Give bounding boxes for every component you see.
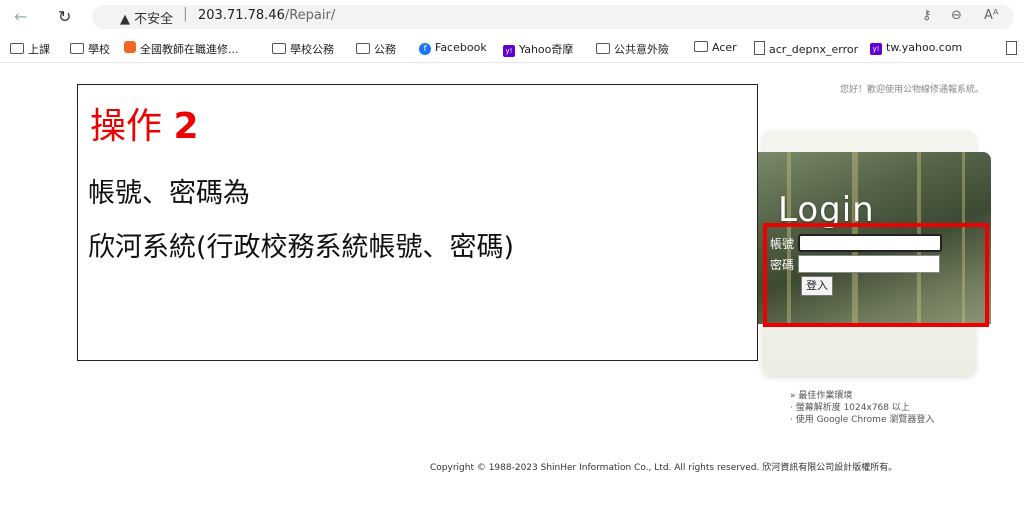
callout-line-2: 欣河系統(行政校務系統帳號、密碼) (88, 232, 515, 263)
bookmark-item[interactable]: y! Yahoo奇摩 (503, 41, 573, 57)
page-icon (754, 41, 765, 55)
address-bar: ← ↻ ▲ 不安全 | 203.71.78.46/Repair/ ⚷ ⊖ Aᴬ (0, 0, 1024, 34)
instruction-callout: 操作 2 帳號、密碼為 欣河系統(行政校務系統帳號、密碼) (77, 84, 758, 361)
zoom-icon[interactable]: ⊖ (951, 8, 962, 23)
back-icon[interactable]: ← (14, 7, 27, 26)
copyright-footer: Copyright © 1988-2023 ShinHer Informatio… (430, 463, 898, 473)
folder-icon (272, 43, 286, 54)
bookmark-item[interactable]: 學校 (70, 41, 110, 57)
folder-icon (356, 43, 370, 54)
callout-line-1: 帳號、密碼為 (88, 178, 250, 209)
url-separator: | (183, 6, 188, 22)
bookmark-item[interactable]: Acer (694, 41, 737, 54)
folder-icon (70, 43, 84, 54)
bookmark-item[interactable]: 上課 (10, 41, 50, 57)
bookmark-item[interactable]: 學校公務 (272, 41, 334, 57)
folder-icon (596, 43, 610, 54)
reload-icon[interactable]: ↻ (58, 7, 71, 26)
environment-tips: » 最佳作業環境 · 螢幕解析度 1024x768 以上 · 使用 Google… (790, 390, 934, 426)
bookmark-item[interactable]: 公共意外險 (596, 41, 669, 57)
tips-title: » 最佳作業環境 (790, 391, 853, 401)
yahoo-icon: y! (503, 45, 515, 57)
tips-line-1: · 螢幕解析度 1024x768 以上 (790, 403, 910, 413)
bookmarks-bar: 上課 學校 全國教師在職進修... 學校公務 公務 f Facebook y! Ya… (0, 36, 1024, 63)
tips-line-2: · 使用 Google Chrome 瀏覽器登入 (790, 415, 935, 425)
not-secure-indicator[interactable]: ▲ 不安全 (120, 8, 173, 27)
bookmark-item[interactable]: 全國教師在職進修... (124, 41, 239, 57)
highlight-box (763, 223, 989, 327)
bookmark-item[interactable]: 公務 (356, 41, 396, 57)
bookmark-item[interactable]: y! tw.yahoo.com (870, 41, 962, 55)
folder-icon (694, 41, 708, 52)
folder-icon (10, 43, 24, 54)
key-icon[interactable]: ⚷ (922, 8, 932, 23)
yahoo-icon: y! (870, 43, 882, 55)
bookmark-item[interactable]: acr_depnx_error (754, 41, 858, 56)
read-aloud-icon[interactable]: Aᴬ (984, 8, 999, 23)
greeting-text: 您好！歡迎使用公物線修通報系統。 (839, 85, 984, 95)
bookmark-overflow-icon[interactable] (1006, 41, 1021, 56)
bookmark-item[interactable]: f Facebook (419, 41, 487, 55)
facebook-icon: f (419, 43, 431, 55)
url-text[interactable]: 203.71.78.46/Repair/ (198, 8, 335, 23)
callout-title: 操作 2 (90, 106, 199, 147)
site-icon (124, 41, 136, 53)
warning-icon: ▲ (120, 12, 130, 27)
